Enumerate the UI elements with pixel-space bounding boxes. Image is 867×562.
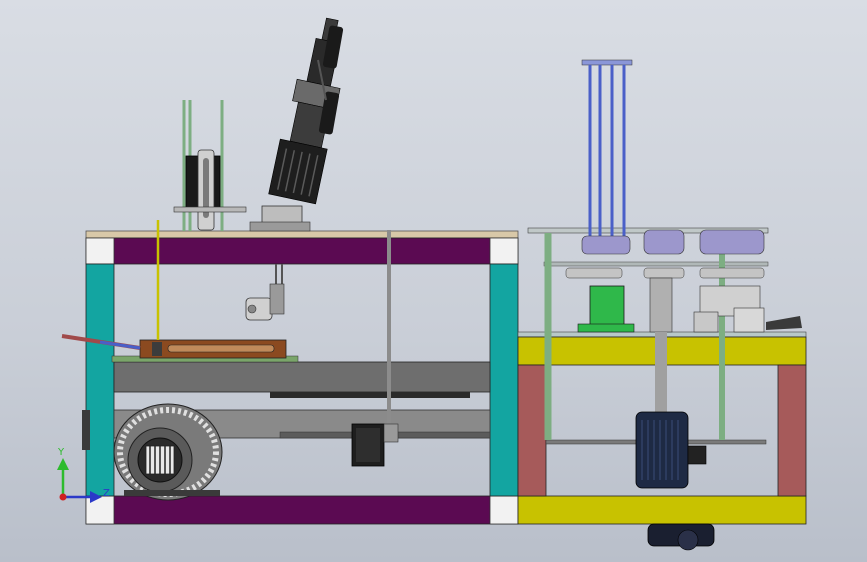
left-teal-post [85, 263, 115, 497]
center-spindle [649, 277, 673, 333]
motor-terminal-box [687, 445, 707, 465]
slide-slot [167, 344, 275, 353]
roller-stack [527, 59, 802, 440]
green-base [577, 323, 635, 333]
top-plate [85, 230, 519, 239]
spray-gun-assembly [173, 17, 344, 232]
middle-plate [543, 261, 769, 267]
y-axis-label: Y [57, 447, 65, 458]
motor-body [635, 411, 689, 489]
cad-drawing: Y Z [57, 17, 807, 551]
left-side-block [82, 410, 90, 450]
small-bracket [733, 307, 765, 333]
corner-block [489, 237, 519, 265]
small-motor-shaft [247, 304, 257, 314]
green-cylinder [589, 285, 625, 327]
stepper-face [356, 428, 380, 462]
handle-knob [766, 316, 802, 330]
dark-rail [270, 392, 470, 398]
drive-motor [635, 411, 715, 551]
roll [643, 267, 685, 279]
red-left-post [517, 364, 547, 497]
blower-base [124, 490, 220, 496]
hanging-bracket [245, 264, 285, 321]
roll [565, 267, 623, 279]
roll [699, 267, 765, 279]
motor-fins [641, 420, 679, 480]
stepper-mount [383, 423, 399, 443]
red-right-post [777, 364, 807, 497]
roll [643, 229, 685, 255]
gun-mount-plate [249, 221, 311, 232]
bottom-purple-beam [85, 495, 519, 525]
rod-cage-top [581, 59, 633, 66]
gray-beam [113, 361, 491, 393]
top-purple-beam [85, 237, 519, 265]
y-axis-arrow [57, 458, 69, 470]
corner-block [85, 237, 115, 265]
small-bracket [693, 311, 719, 333]
blower-fan [113, 403, 223, 501]
spray-gun [268, 17, 341, 205]
roll [581, 235, 631, 255]
cross-plate [173, 206, 247, 213]
z-axis-label: Z [103, 488, 110, 499]
stepper-motor [351, 423, 399, 467]
gearbox-output [677, 529, 699, 551]
yellow-bottom-beam [517, 495, 807, 525]
slide-clamp [152, 342, 162, 356]
right-teal-post [489, 263, 519, 497]
roll [699, 229, 765, 255]
corner-block [489, 495, 519, 525]
x-axis-dot [59, 493, 67, 501]
bracket-plate [269, 283, 285, 315]
cad-viewport[interactable]: Y Z [0, 0, 867, 562]
